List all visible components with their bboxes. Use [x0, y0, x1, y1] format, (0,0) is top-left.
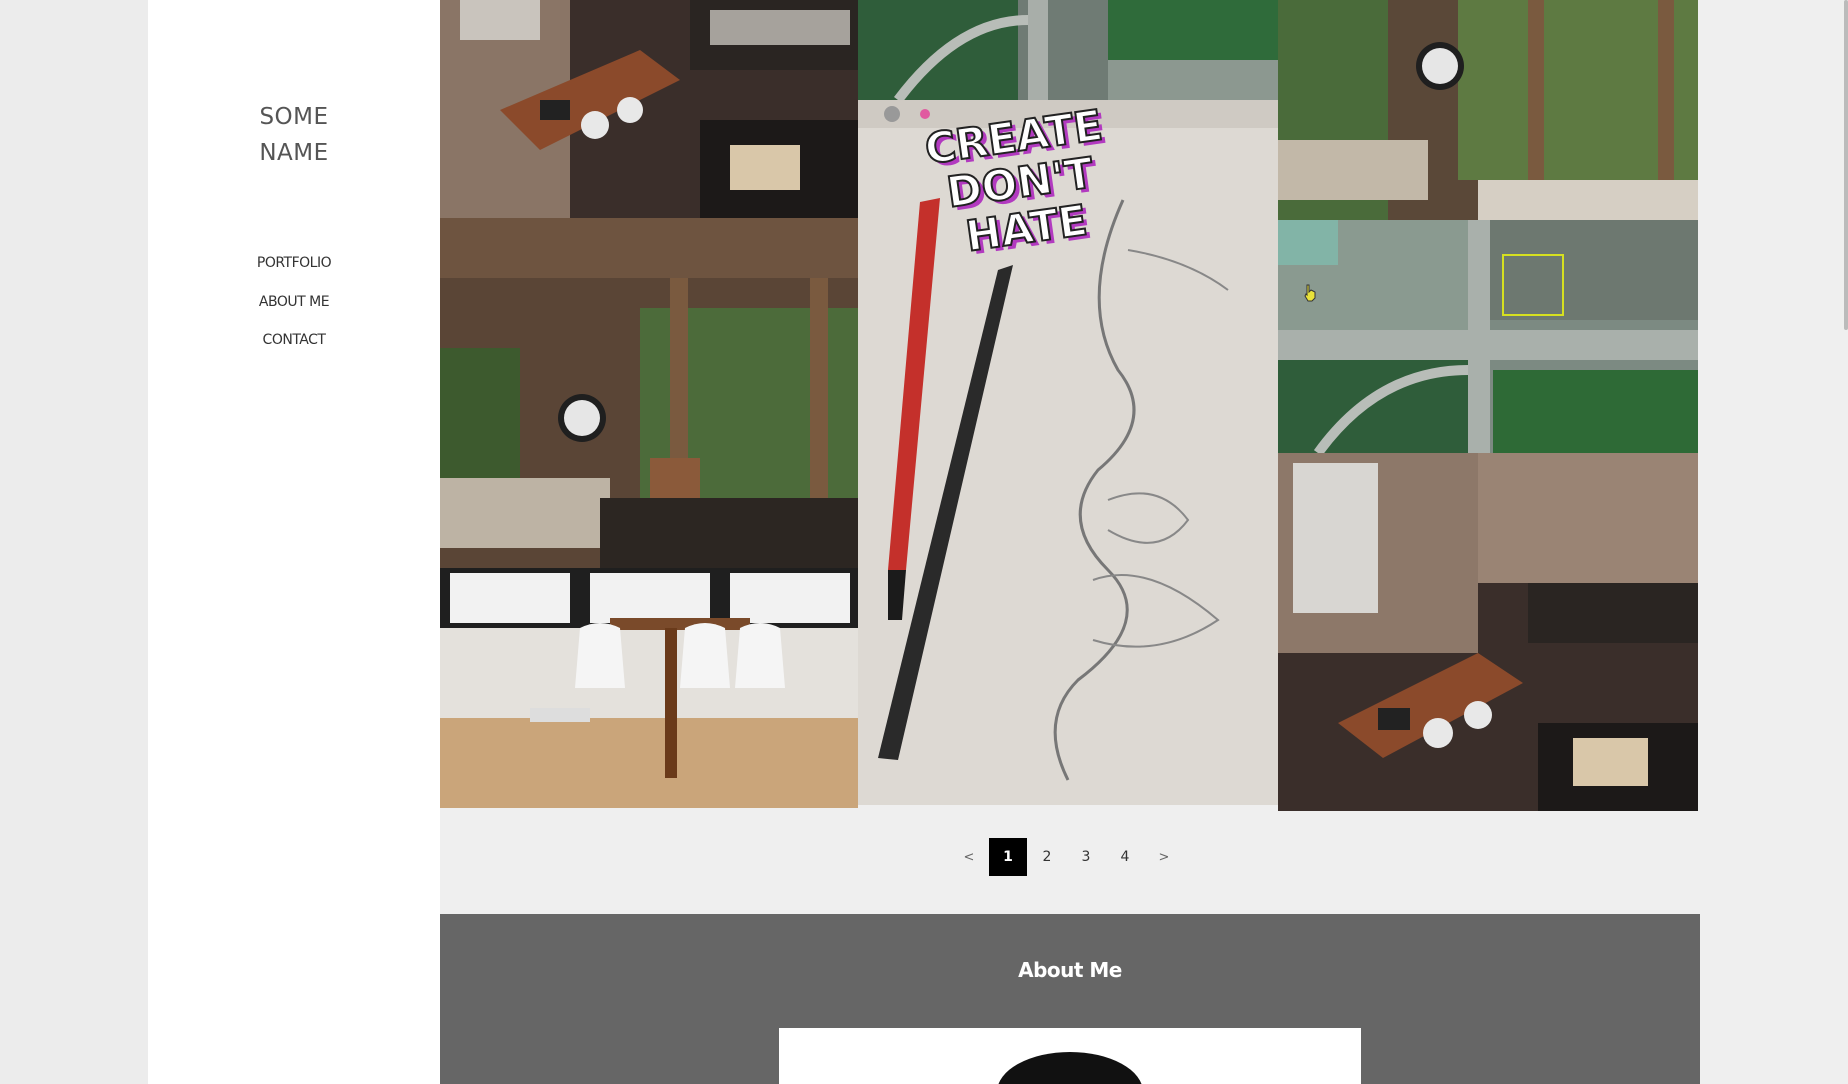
sunroom-image — [440, 218, 858, 568]
pagination-prev-button[interactable]: < — [950, 838, 988, 876]
pagination-page-4[interactable]: 4 — [1106, 838, 1144, 876]
site-title-line2: NAME — [259, 140, 329, 166]
pagination-next-button[interactable]: > — [1145, 838, 1183, 876]
about-section: About Me — [440, 914, 1700, 1084]
pagination-page-1[interactable]: 1 — [989, 838, 1027, 876]
site-title-line1: SOME — [259, 104, 329, 130]
about-card — [779, 1028, 1361, 1084]
sticker-create-dont-hate: CREATE DON'T HATE — [916, 100, 1125, 277]
avatar — [997, 1052, 1143, 1084]
nav-item-contact[interactable]: CONTACT — [148, 329, 440, 368]
about-title: About Me — [1018, 958, 1122, 982]
pagination-page-3[interactable]: 3 — [1067, 838, 1105, 876]
gallery-item-loft-kitchen-2[interactable] — [1278, 453, 1698, 811]
pagination: < 1 2 3 4 > — [950, 838, 1184, 876]
gallery-item-aerial-intersection[interactable] — [1278, 220, 1698, 453]
gallery-item-loft-kitchen[interactable] — [440, 0, 858, 218]
gallery-item-aerial-top[interactable] — [858, 0, 1278, 100]
gallery-item-dining-room[interactable] — [440, 568, 858, 808]
pagination-page-2[interactable]: 2 — [1028, 838, 1066, 876]
loft-kitchen-image — [440, 0, 858, 218]
hand-cursor-icon — [1304, 284, 1316, 302]
main-nav: PORTFOLIO ABOUT ME CONTACT — [148, 252, 440, 368]
page-scrollbar[interactable] — [1844, 0, 1848, 330]
nav-item-about-me[interactable]: ABOUT ME — [148, 291, 440, 330]
gallery-item-sketch[interactable]: CREATE DON'T HATE — [858, 100, 1278, 805]
loft-kitchen-2-image — [1278, 453, 1698, 811]
dining-room-image — [440, 568, 858, 808]
sidebar: SOME NAME PORTFOLIO ABOUT ME CONTACT — [148, 0, 440, 1084]
aerial-road-image — [858, 0, 1278, 100]
sunroom-2-image — [1278, 0, 1698, 220]
left-gutter — [0, 0, 148, 1084]
gallery-item-sunroom[interactable] — [440, 218, 858, 568]
gallery-item-sunroom-2[interactable] — [1278, 0, 1698, 220]
nav-item-portfolio[interactable]: PORTFOLIO — [148, 252, 440, 291]
aerial-intersection-image — [1278, 220, 1698, 453]
site-title[interactable]: SOME NAME — [148, 99, 440, 171]
